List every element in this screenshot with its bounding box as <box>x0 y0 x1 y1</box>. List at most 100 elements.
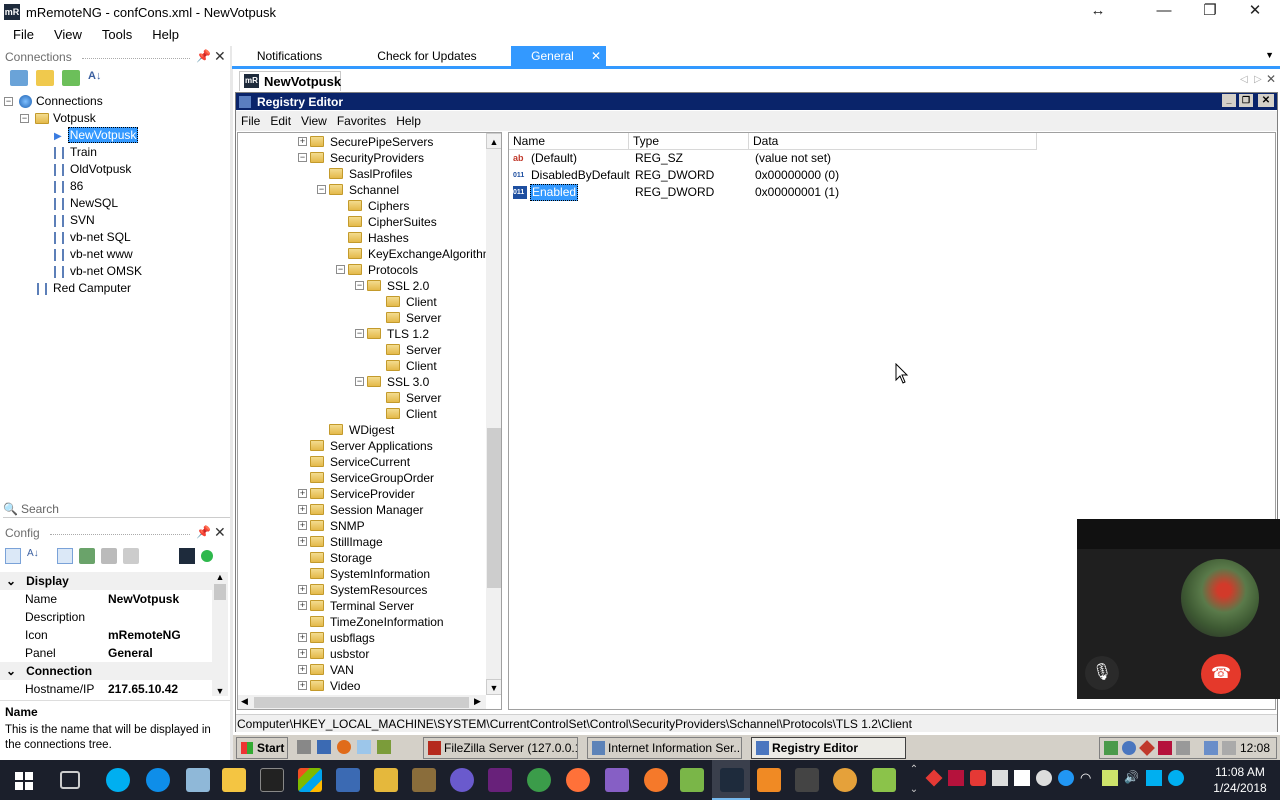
section-connection[interactable]: ⌄ Connection <box>0 662 212 680</box>
expand-icon[interactable]: + <box>298 505 307 514</box>
registry-key[interactable]: SystemInformation <box>238 566 486 582</box>
tree-connection[interactable]: 86 <box>4 178 228 195</box>
tab-close-icon[interactable]: ✕ <box>1266 72 1276 86</box>
overflow-chevron-icon[interactable]: ⌃ ⌄ <box>906 760 922 800</box>
registry-key[interactable]: − TLS 1.2 <box>238 326 486 342</box>
firefox-icon[interactable] <box>566 768 590 792</box>
registry-key[interactable]: + Video <box>238 678 486 694</box>
expand-icon[interactable]: + <box>298 585 307 594</box>
tree-connection[interactable]: OldVotpusk <box>4 161 228 178</box>
menu-tools[interactable]: Tools <box>92 24 142 46</box>
tray-device-icon[interactable] <box>1176 741 1190 755</box>
search-box[interactable]: 🔍 Search <box>3 500 230 518</box>
remote-task-registry[interactable]: Registry Editor <box>751 737 906 759</box>
alphabetical-icon[interactable]: A↓ <box>27 548 43 564</box>
restore-button[interactable]: ❐ <box>1187 0 1233 24</box>
scroll-down-icon[interactable]: ▼ <box>486 679 501 695</box>
expand-icon[interactable]: + <box>298 649 307 658</box>
mremoteng-icon[interactable] <box>720 768 744 792</box>
registry-key[interactable]: Client <box>238 358 486 374</box>
pin-icon[interactable]: 📌 <box>196 525 211 539</box>
value-row[interactable]: 011 DisabledByDefault REG_DWORD 0x000000… <box>509 167 1269 184</box>
scroll-up-icon[interactable]: ▲ <box>212 572 228 582</box>
collapse-icon[interactable]: − <box>20 114 29 124</box>
new-folder-icon[interactable] <box>36 70 54 86</box>
app-icon[interactable] <box>757 768 781 792</box>
tray-lock-icon[interactable] <box>970 770 986 786</box>
end-call-button[interactable]: ☎ <box>1201 654 1241 694</box>
vmware-icon[interactable] <box>680 768 704 792</box>
column-data[interactable]: Data <box>749 133 1037 150</box>
registry-key[interactable]: CipherSuites <box>238 214 486 230</box>
view-icon[interactable] <box>62 70 80 86</box>
scroll-thumb[interactable] <box>254 697 469 708</box>
registry-key[interactable]: ServiceGroupOrder <box>238 470 486 486</box>
registry-menu-file[interactable]: File <box>236 111 265 131</box>
menu-view[interactable]: View <box>44 24 92 46</box>
collapse-icon[interactable]: − <box>298 153 307 162</box>
volume-icon[interactable]: 🔊 <box>1124 770 1140 786</box>
tree-folder-votpusk[interactable]: − Votpusk <box>4 110 228 127</box>
registry-key[interactable]: + VAN <box>238 662 486 678</box>
tray-volume-icon[interactable] <box>1222 741 1236 755</box>
tree-connection[interactable]: SVN <box>4 212 228 229</box>
prop-row[interactable]: Panel General <box>0 644 212 662</box>
tray-network-icon[interactable] <box>1122 741 1136 755</box>
resize-arrows-icon[interactable]: ↔ <box>1075 0 1121 24</box>
registry-key[interactable]: − Protocols <box>238 262 486 278</box>
panel-splitter[interactable] <box>230 46 233 760</box>
close-button[interactable]: ✕ <box>1232 0 1278 24</box>
registry-key[interactable]: Server <box>238 390 486 406</box>
property-scrollbar[interactable]: ▲ ▼ <box>212 572 228 696</box>
tab-check-updates[interactable]: Check for Updates <box>362 46 492 66</box>
blender-icon[interactable] <box>644 768 668 792</box>
registry-menu-view[interactable]: View <box>296 111 332 131</box>
tray-monitor-icon[interactable] <box>1204 741 1218 755</box>
scroll-thumb[interactable] <box>214 584 226 600</box>
tab-scroll-left-icon[interactable]: ◁ <box>1240 74 1248 85</box>
prop-row[interactable]: Name NewVotpusk <box>0 590 212 608</box>
expand-icon[interactable]: + <box>298 521 307 530</box>
notepad-icon[interactable] <box>186 768 210 792</box>
prop-row[interactable]: Description <box>0 608 212 626</box>
registry-key[interactable]: + SecurePipeServers <box>238 134 486 150</box>
file-explorer-icon[interactable] <box>222 768 246 792</box>
section-display[interactable]: ⌄ Display <box>0 572 212 590</box>
registry-menu-edit[interactable]: Edit <box>265 111 296 131</box>
tree-connection[interactable]: vb-net OMSK <box>4 263 228 280</box>
registry-key[interactable]: ServiceCurrent <box>238 454 486 470</box>
scroll-down-icon[interactable]: ▼ <box>212 686 228 696</box>
expand-icon[interactable]: + <box>298 537 307 546</box>
registry-key[interactable]: + SystemResources <box>238 582 486 598</box>
registry-key[interactable]: + SNMP <box>238 518 486 534</box>
collapse-icon[interactable]: − <box>317 185 326 194</box>
task-view-icon[interactable] <box>60 771 80 789</box>
remote-start-button[interactable]: Start <box>236 737 288 759</box>
tray-share-icon[interactable] <box>1036 770 1052 786</box>
properties-icon[interactable] <box>57 548 73 564</box>
windows-start-icon[interactable] <box>15 772 33 790</box>
new-connection-icon[interactable] <box>10 70 28 86</box>
minimize-button[interactable]: — <box>1141 0 1187 24</box>
network-tool-icon[interactable] <box>336 768 360 792</box>
scroll-up-icon[interactable]: ▲ <box>486 133 501 149</box>
tab-scroll-right-icon[interactable]: ▷ <box>1254 74 1262 85</box>
scroll-left-icon[interactable]: ◀ <box>241 696 248 707</box>
expand-icon[interactable]: + <box>298 665 307 674</box>
wifi-icon[interactable]: ◠ <box>1080 770 1096 786</box>
value-row-selected[interactable]: 011 Enabled REG_DWORD 0x00000001 (1) <box>509 184 1269 201</box>
registry-key[interactable]: Server <box>238 310 486 326</box>
registry-restore-button[interactable]: ❐ <box>1239 94 1253 107</box>
collapse-icon[interactable]: − <box>355 377 364 386</box>
registry-key[interactable]: WDigest <box>238 422 486 438</box>
globe-app-icon[interactable] <box>527 768 551 792</box>
registry-key[interactable]: Storage <box>238 550 486 566</box>
visual-studio-icon[interactable] <box>488 768 512 792</box>
registry-key[interactable]: Ciphers <box>238 198 486 214</box>
collapse-icon[interactable]: − <box>355 281 364 290</box>
sun-app-icon[interactable] <box>833 768 857 792</box>
expand-icon[interactable]: + <box>298 489 307 498</box>
network-icon[interactable] <box>377 740 391 754</box>
registry-key[interactable]: SaslProfiles <box>238 166 486 182</box>
registry-key[interactable]: Server Applications <box>238 438 486 454</box>
